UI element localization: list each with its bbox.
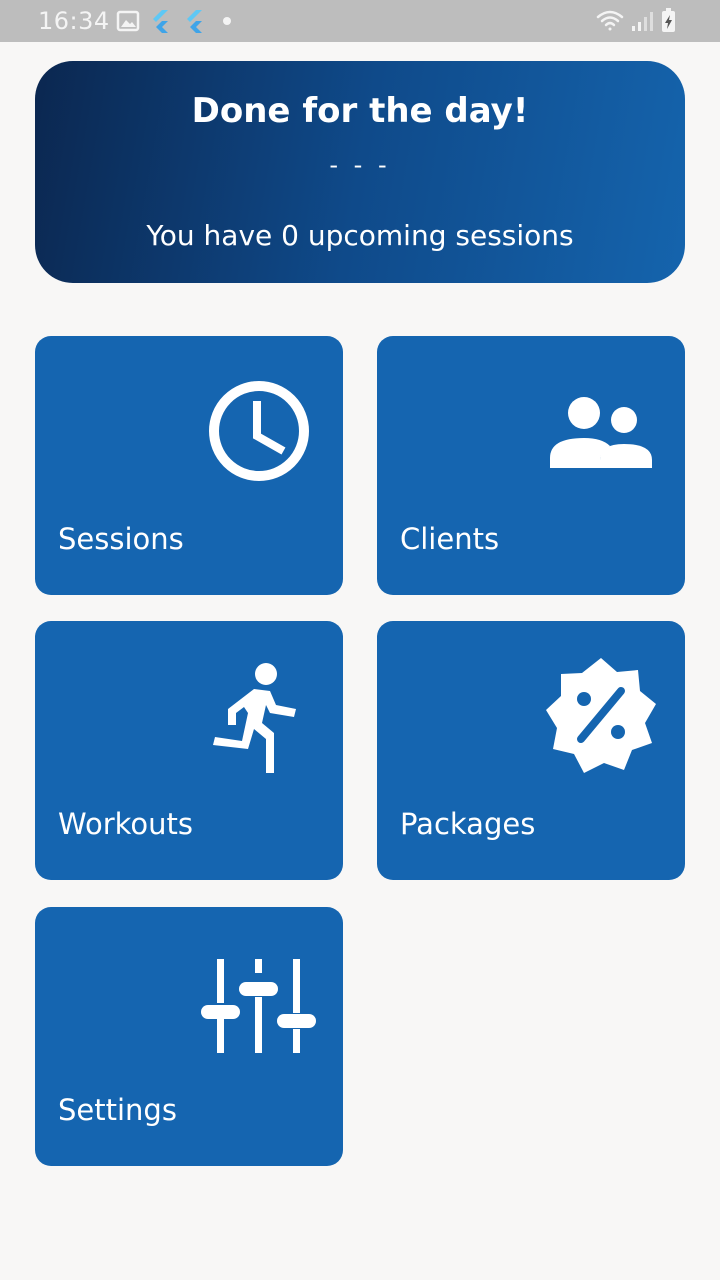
clock-icon (209, 381, 309, 481)
banner-title: Done for the day! (191, 91, 529, 131)
banner-divider: - - - (329, 151, 391, 179)
people-icon (550, 397, 652, 468)
tile-label: Workouts (58, 807, 194, 841)
tile-packages[interactable]: Packages (377, 621, 685, 880)
status-time: 16:34 (38, 7, 110, 35)
tile-label: Clients (400, 522, 500, 556)
battery-charging-icon (662, 8, 675, 32)
discount-badge-icon (546, 658, 656, 773)
tile-workouts[interactable]: Workouts (35, 621, 343, 880)
flutter-icon (153, 10, 168, 33)
tile-sessions[interactable]: Sessions (35, 336, 343, 595)
signal-icon (632, 12, 653, 31)
flutter-icon (187, 10, 202, 33)
status-bar: 16:34 (0, 0, 720, 42)
wifi-icon (596, 10, 624, 31)
status-icons-right (596, 8, 675, 32)
sliders-icon (201, 959, 316, 1053)
tile-label: Sessions (58, 522, 184, 556)
tile-clients[interactable]: Clients (377, 336, 685, 595)
tile-settings[interactable]: Settings (35, 907, 343, 1166)
dot-icon (223, 17, 231, 25)
summary-banner: Done for the day! - - - You have 0 upcom… (35, 61, 685, 283)
tile-label: Packages (400, 807, 536, 841)
running-icon (213, 663, 296, 773)
banner-subtitle: You have 0 upcoming sessions (146, 219, 574, 252)
image-icon (116, 10, 140, 32)
status-icons-left (116, 10, 231, 33)
tile-label: Settings (58, 1093, 177, 1127)
